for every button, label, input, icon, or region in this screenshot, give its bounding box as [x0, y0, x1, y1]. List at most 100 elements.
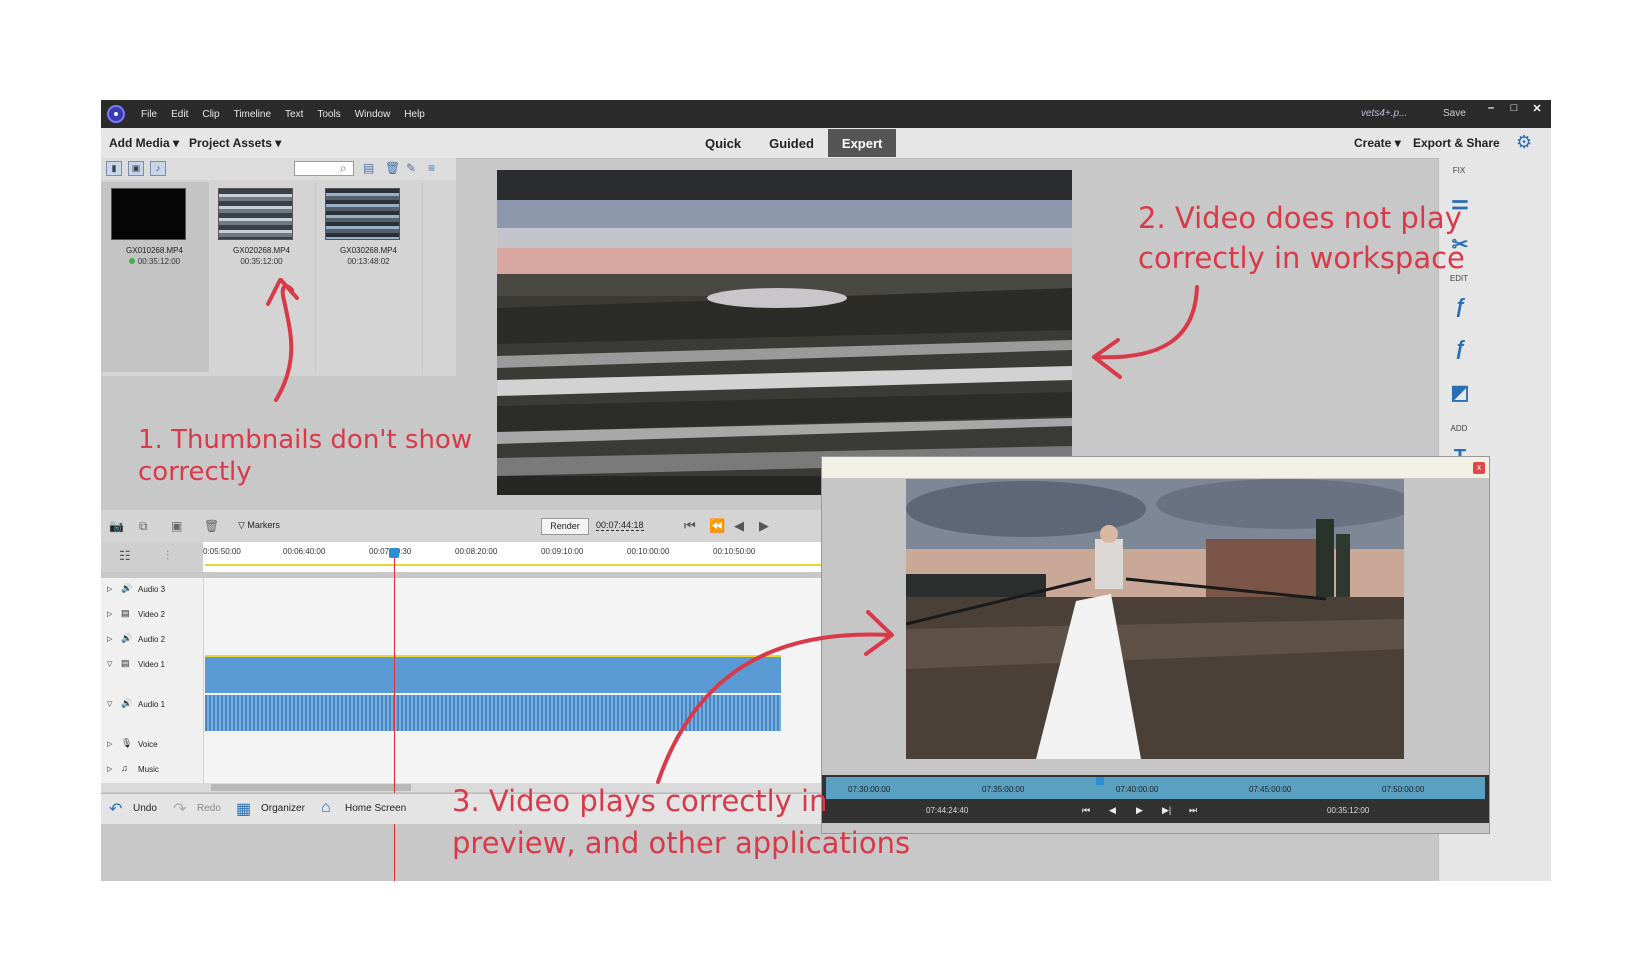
- add-section-label: ADD: [1450, 424, 1468, 433]
- play-icon[interactable]: ▶: [759, 518, 769, 534]
- menu-timeline[interactable]: Timeline: [234, 109, 271, 120]
- home-icon[interactable]: ⌂: [321, 799, 331, 817]
- rowing-scene-image: [905, 479, 1416, 759]
- playhead-handle[interactable]: [389, 548, 399, 558]
- rewind-icon[interactable]: ⏪: [709, 518, 725, 534]
- trash-icon[interactable]: 🗑: [385, 161, 400, 175]
- track-name: Audio 2: [138, 635, 166, 644]
- tab-expert[interactable]: Expert: [827, 129, 897, 157]
- scrollbar-thumb[interactable]: [211, 784, 411, 791]
- undo-icon[interactable]: ↶: [109, 799, 122, 819]
- project-assets-button[interactable]: Project Assets ▾: [189, 136, 281, 150]
- track-header: ▷ 🔊 Audio 2: [101, 628, 204, 653]
- delete-icon[interactable]: 🗑: [204, 519, 219, 533]
- film-icon[interactable]: ▤: [121, 658, 130, 669]
- organizer-icon[interactable]: ▦: [236, 799, 251, 819]
- menu-clip[interactable]: Clip: [202, 109, 219, 120]
- menu-help[interactable]: Help: [404, 109, 425, 120]
- menu-window[interactable]: Window: [355, 109, 391, 120]
- waveform-icon[interactable]: ⫶: [166, 548, 169, 564]
- speaker-icon[interactable]: 🔊: [121, 698, 132, 709]
- microphone-icon[interactable]: 🎙: [121, 738, 132, 749]
- maximize-icon[interactable]: □: [1504, 102, 1524, 116]
- audio-filter-icon[interactable]: ♪: [150, 161, 166, 176]
- preview-ruler-tick: 07:35:00:00: [982, 785, 1025, 794]
- audio-clip[interactable]: [205, 695, 781, 731]
- track-header: ▷ 🎙 Voice: [101, 733, 204, 758]
- go-to-start-icon[interactable]: ⏮: [684, 518, 696, 534]
- menu-text[interactable]: Text: [285, 109, 303, 120]
- preview-window[interactable]: x 07:30:00:00 07:35:00:00 07:40:00:00 07…: [821, 456, 1490, 834]
- export-share-button[interactable]: Export & Share: [1413, 136, 1500, 150]
- home-screen-button[interactable]: Home Screen: [345, 803, 406, 814]
- film-icon[interactable]: ▣: [171, 519, 182, 533]
- asset-item[interactable]: GX030268.MP4 00:13:48:02: [315, 182, 423, 372]
- copy-icon[interactable]: ⧉: [139, 519, 148, 534]
- menu-edit[interactable]: Edit: [171, 109, 188, 120]
- save-button[interactable]: Save: [1443, 108, 1466, 119]
- step-forward-icon[interactable]: ▶|: [1162, 805, 1171, 816]
- expand-icon[interactable]: ▷: [107, 765, 112, 773]
- pin-icon[interactable]: ✎: [406, 161, 416, 175]
- create-button[interactable]: Create ▾: [1354, 136, 1401, 150]
- add-media-label: Add Media: [109, 136, 170, 150]
- go-to-end-icon[interactable]: ⏭: [1189, 805, 1197, 816]
- image-filter-icon[interactable]: ▣: [128, 161, 144, 176]
- search-icon[interactable]: ⌕: [340, 161, 347, 176]
- collapse-icon[interactable]: ▽: [107, 660, 112, 668]
- transitions-icon[interactable]: ◩: [1449, 380, 1471, 405]
- folder-icon[interactable]: ▤: [363, 161, 374, 175]
- gear-icon[interactable]: ⚙: [1516, 132, 1532, 153]
- app-logo-icon: [107, 105, 125, 123]
- track-name: Audio 1: [138, 700, 166, 709]
- add-media-button[interactable]: Add Media ▾: [109, 136, 179, 150]
- asset-thumbnail: [325, 188, 400, 240]
- expand-icon[interactable]: ▷: [107, 610, 112, 618]
- close-icon[interactable]: x: [1473, 462, 1485, 474]
- effects-icon[interactable]: ƒ: [1449, 338, 1471, 361]
- expand-icon[interactable]: ▷: [107, 585, 112, 593]
- organizer-button[interactable]: Organizer: [261, 803, 305, 814]
- track-header: ▽ 🔊 Audio 1: [101, 693, 204, 733]
- markers-button[interactable]: ▽ Markers: [238, 520, 280, 531]
- camera-icon[interactable]: 📷: [109, 519, 124, 533]
- playhead[interactable]: [394, 552, 395, 881]
- expand-icon[interactable]: ▷: [107, 740, 112, 748]
- video-filter-icon[interactable]: ▮: [106, 161, 122, 176]
- step-back-icon[interactable]: ◀: [734, 518, 744, 534]
- collapse-icon[interactable]: ▽: [107, 700, 112, 708]
- film-icon[interactable]: ▤: [121, 608, 130, 619]
- redo-button[interactable]: Redo: [197, 803, 221, 814]
- speaker-icon[interactable]: 🔊: [121, 633, 132, 644]
- go-to-start-icon[interactable]: ⏮: [1082, 805, 1090, 816]
- minimize-icon[interactable]: –: [1481, 102, 1501, 116]
- ruler-tick: 00:06:40:00: [283, 547, 326, 556]
- play-icon[interactable]: ▶: [1136, 805, 1143, 816]
- tab-quick[interactable]: Quick: [691, 129, 755, 157]
- close-icon[interactable]: ✕: [1527, 102, 1547, 116]
- video-clip[interactable]: [205, 655, 781, 693]
- timeline-timecode[interactable]: 00:07:44:18: [596, 520, 644, 531]
- track-view-toggle[interactable]: ☷ ⫶: [101, 542, 203, 572]
- effects-edit-icon[interactable]: ƒ: [1449, 296, 1471, 319]
- menu-file[interactable]: File: [141, 109, 157, 120]
- tracks-icon[interactable]: ☷: [119, 548, 131, 564]
- annotation-text: correctly: [138, 457, 252, 487]
- undo-button[interactable]: Undo: [133, 803, 157, 814]
- list-menu-icon[interactable]: ≡: [428, 161, 435, 175]
- menu-tools[interactable]: Tools: [317, 109, 340, 120]
- preview-time-ruler[interactable]: 07:30:00:00 07:35:00:00 07:40:00:00 07:4…: [826, 777, 1485, 799]
- track-name: Video 2: [138, 610, 165, 619]
- redo-icon[interactable]: ↷: [173, 799, 186, 819]
- render-button[interactable]: Render: [541, 518, 589, 535]
- step-back-icon[interactable]: ◀: [1109, 805, 1116, 816]
- tab-guided[interactable]: Guided: [755, 129, 828, 157]
- speaker-icon[interactable]: 🔊: [121, 583, 132, 594]
- asset-item[interactable]: GX020268.MP4 00:35:12:00: [208, 182, 316, 372]
- workspace-monitor[interactable]: [497, 170, 1072, 495]
- music-note-icon[interactable]: ♫: [121, 763, 128, 773]
- preview-playhead[interactable]: [1096, 777, 1104, 785]
- expand-icon[interactable]: ▷: [107, 635, 112, 643]
- preview-video-frame[interactable]: [905, 479, 1416, 759]
- asset-item[interactable]: GX010268.MP4 00:35:12:00: [101, 182, 209, 372]
